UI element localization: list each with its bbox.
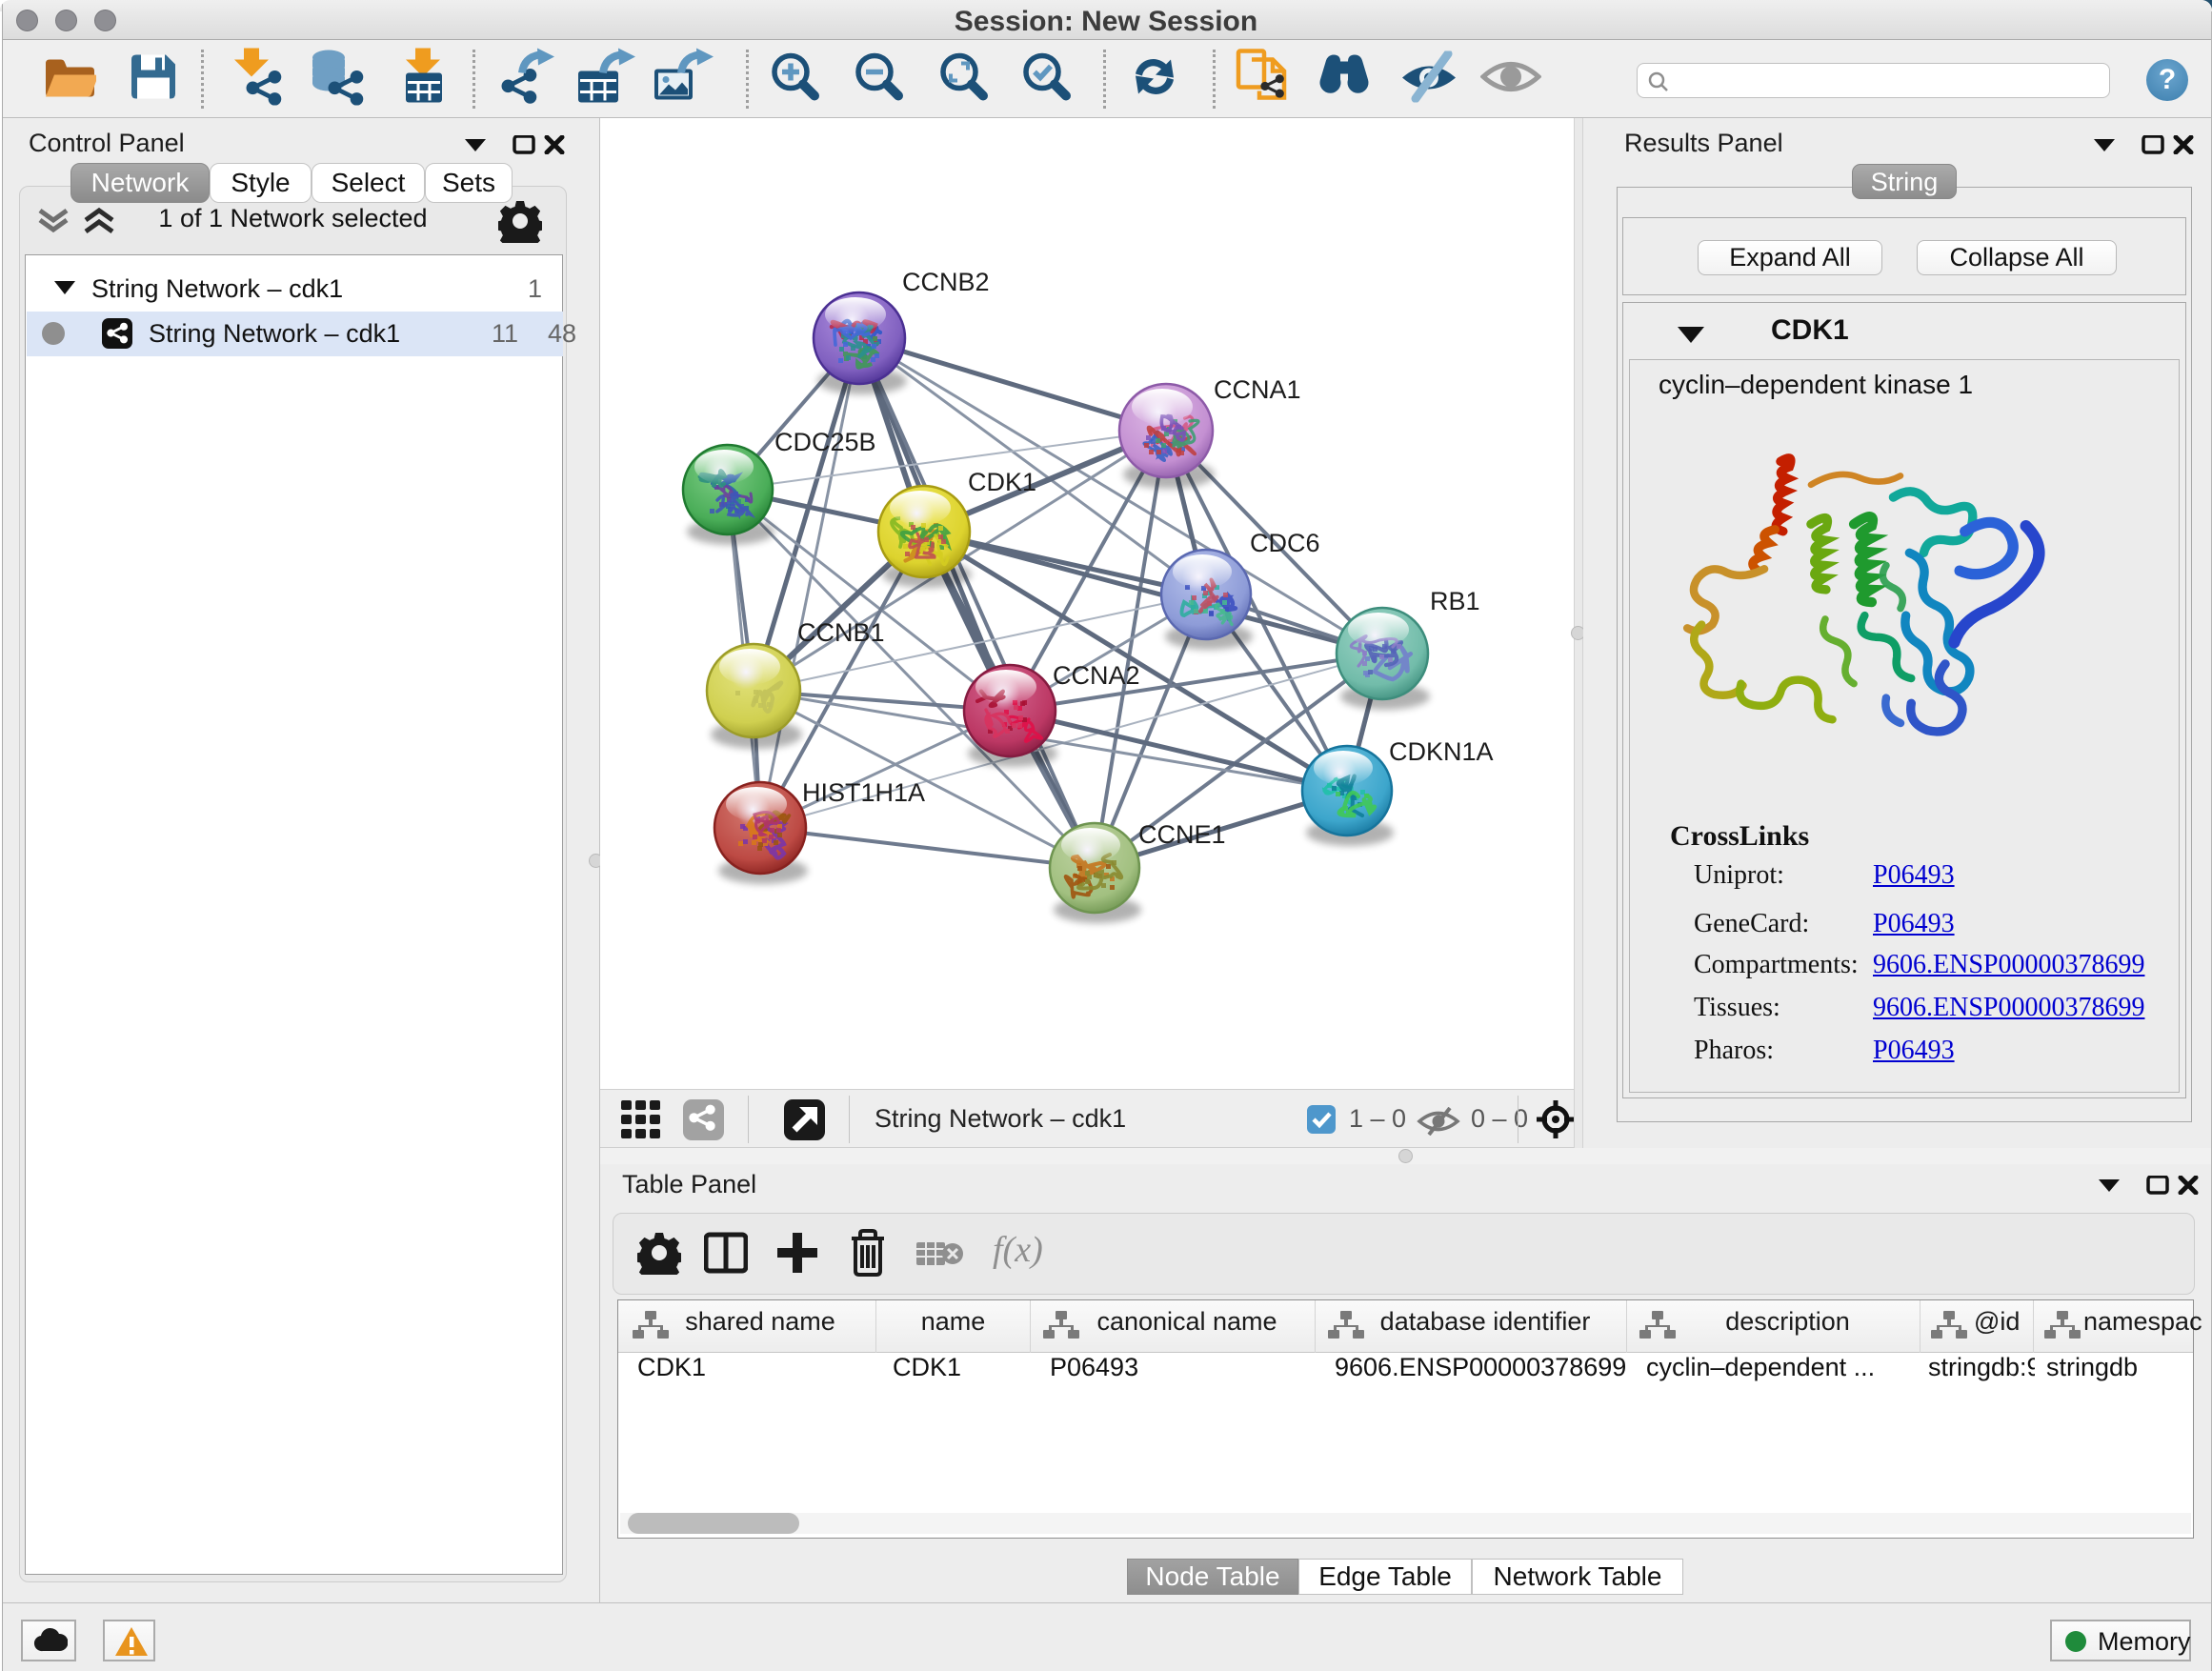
svg-text:CCNA2: CCNA2 — [1053, 661, 1140, 690]
svg-text:CCNB2: CCNB2 — [902, 268, 990, 296]
svg-text:CCNE1: CCNE1 — [1138, 820, 1226, 849]
svg-text:CDC6: CDC6 — [1250, 529, 1320, 557]
svg-text:RB1: RB1 — [1430, 587, 1480, 615]
svg-text:CCNB1: CCNB1 — [797, 618, 885, 647]
svg-text:CDKN1A: CDKN1A — [1389, 737, 1494, 766]
svg-text:CDC25B: CDC25B — [774, 428, 876, 456]
svg-text:HIST1H1A: HIST1H1A — [802, 778, 925, 807]
svg-text:CDK1: CDK1 — [968, 468, 1036, 496]
svg-text:CCNA1: CCNA1 — [1214, 375, 1301, 404]
